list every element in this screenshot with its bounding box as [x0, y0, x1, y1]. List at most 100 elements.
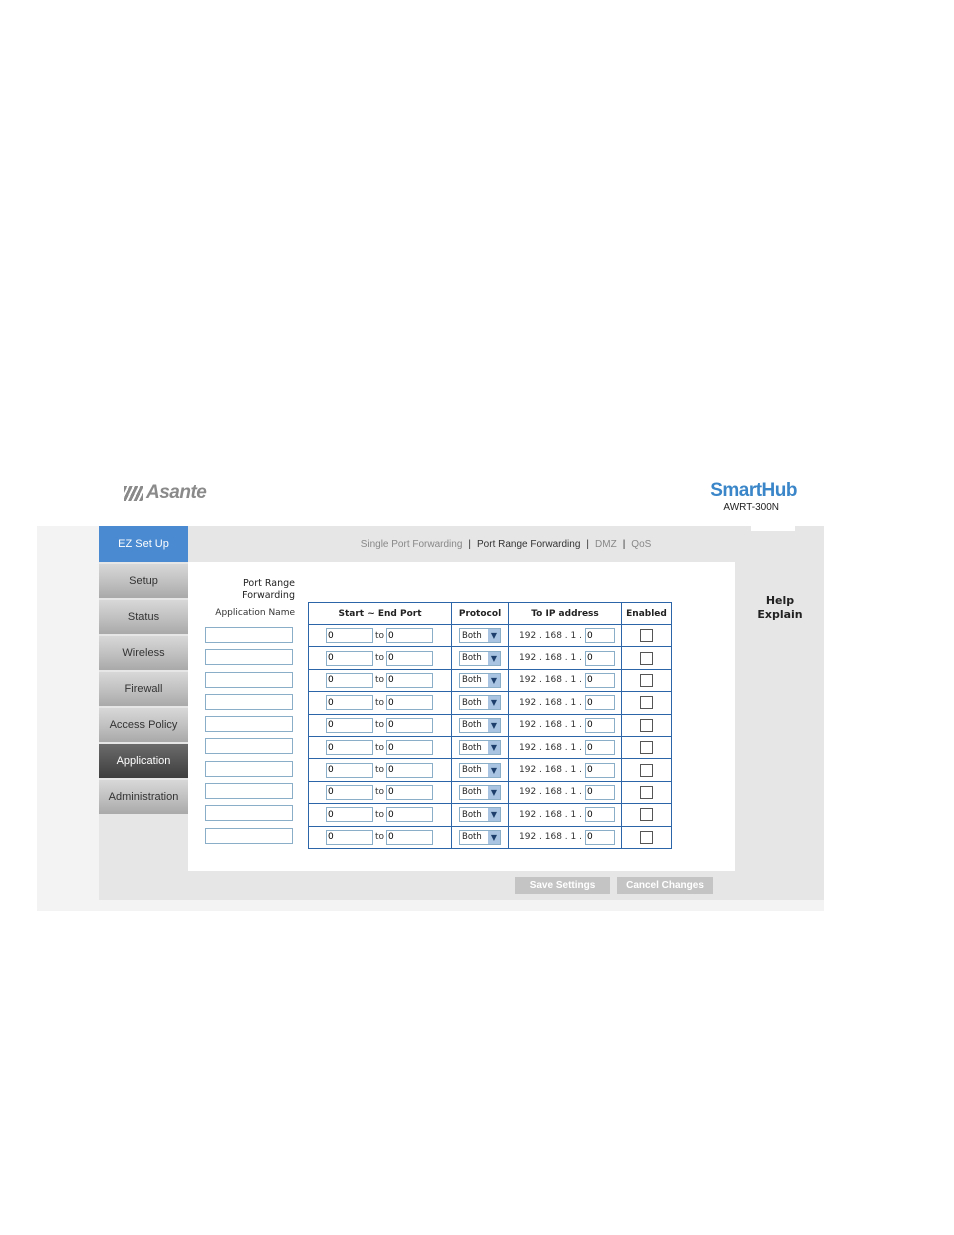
- sidebar-item-access-policy[interactable]: Access Policy: [99, 708, 188, 742]
- ip-last-octet-input[interactable]: [584, 672, 615, 688]
- application-name-input[interactable]: [205, 827, 293, 844]
- ip-last-octet-input[interactable]: [584, 829, 615, 845]
- protocol-select[interactable]: Both ▼: [459, 807, 501, 823]
- ip-cell: 192 . 168 . 1 .: [508, 691, 622, 715]
- sidebar-item-application[interactable]: Application: [99, 744, 188, 778]
- start-port-input[interactable]: [326, 740, 373, 756]
- table-row: to Both ▼ 192 . 168 . 1 .: [308, 780, 672, 805]
- end-port-input[interactable]: [386, 762, 434, 778]
- protocol-select[interactable]: Both ▼: [459, 650, 501, 666]
- tab-port-range-forwarding[interactable]: Port Range Forwarding: [477, 539, 580, 550]
- table-header-row: Start ~ End Port Protocol To IP address …: [308, 602, 672, 625]
- application-name-input[interactable]: [205, 738, 293, 755]
- help-link[interactable]: Help: [736, 594, 824, 608]
- end-port-input[interactable]: [386, 807, 434, 823]
- ip-last-octet-input[interactable]: [584, 740, 615, 756]
- tab-dmz[interactable]: DMZ: [595, 539, 617, 550]
- protocol-select[interactable]: Both ▼: [459, 717, 501, 733]
- application-name-input[interactable]: [205, 671, 293, 688]
- enabled-checkbox[interactable]: [640, 718, 653, 732]
- ip-last-octet-input[interactable]: [584, 650, 615, 666]
- application-name-input[interactable]: [205, 649, 293, 666]
- enabled-checkbox[interactable]: [640, 673, 653, 687]
- start-port-input[interactable]: [326, 672, 373, 688]
- ip-cell: 192 . 168 . 1 .: [508, 668, 622, 693]
- ip-last-octet-input[interactable]: [584, 628, 615, 644]
- protocol-value: Both: [462, 675, 482, 686]
- enabled-checkbox[interactable]: [640, 808, 653, 822]
- end-port-input[interactable]: [386, 628, 434, 644]
- to-label: to: [375, 742, 385, 753]
- end-port-input[interactable]: [386, 672, 434, 688]
- ip-cell: 192 . 168 . 1 .: [508, 825, 622, 849]
- ip-last-octet-input[interactable]: [584, 762, 615, 778]
- enabled-checkbox[interactable]: [640, 830, 653, 844]
- tab-single-port-forwarding[interactable]: Single Port Forwarding: [361, 539, 463, 550]
- ip-cell: 192 . 168 . 1 .: [508, 623, 622, 648]
- port-range-cell: to: [308, 758, 452, 782]
- explain-link[interactable]: Explain: [736, 608, 824, 622]
- chevron-down-icon: ▼: [488, 763, 500, 777]
- application-name-input[interactable]: [205, 693, 293, 710]
- tab-qos[interactable]: QoS: [631, 539, 651, 550]
- chevron-down-icon: ▼: [488, 673, 500, 687]
- enabled-checkbox[interactable]: [640, 785, 653, 799]
- ip-last-octet-input[interactable]: [584, 717, 615, 733]
- sidebar-item-ez-setup[interactable]: EZ Set Up: [99, 526, 188, 562]
- sidebar-item-wireless[interactable]: Wireless: [99, 636, 188, 670]
- cancel-changes-button[interactable]: Cancel Changes: [617, 877, 713, 894]
- protocol-cell: Both ▼: [451, 825, 509, 849]
- protocol-select[interactable]: Both ▼: [459, 740, 501, 756]
- ip-last-octet-input[interactable]: [584, 807, 615, 823]
- start-port-input[interactable]: [326, 717, 373, 733]
- protocol-value: Both: [462, 630, 482, 641]
- end-port-input[interactable]: [386, 717, 434, 733]
- port-range-cell: to: [308, 623, 452, 648]
- chevron-down-icon: ▼: [488, 808, 500, 822]
- protocol-column-header: Protocol: [451, 602, 509, 625]
- protocol-select[interactable]: Both ▼: [459, 762, 501, 778]
- application-name-input[interactable]: [205, 805, 293, 822]
- start-port-input[interactable]: [326, 829, 373, 845]
- chevron-down-icon: ▼: [488, 785, 500, 799]
- protocol-value: Both: [462, 742, 482, 753]
- protocol-select[interactable]: Both ▼: [459, 829, 501, 845]
- ip-last-octet-input[interactable]: [584, 784, 615, 800]
- enabled-checkbox[interactable]: [640, 763, 653, 777]
- end-port-input[interactable]: [386, 650, 434, 666]
- ip-cell: 192 . 168 . 1 .: [508, 758, 622, 782]
- start-port-input[interactable]: [326, 762, 373, 778]
- start-port-input[interactable]: [326, 807, 373, 823]
- enabled-checkbox[interactable]: [640, 741, 653, 755]
- ip-last-octet-input[interactable]: [584, 695, 615, 711]
- help-panel: Help Explain: [736, 594, 824, 622]
- sidebar-item-firewall[interactable]: Firewall: [99, 672, 188, 706]
- product-name: SmartHub: [710, 480, 797, 501]
- sidebar-item-administration[interactable]: Administration: [99, 780, 188, 814]
- enabled-checkbox[interactable]: [640, 696, 653, 710]
- end-port-input[interactable]: [386, 695, 434, 711]
- application-name-input[interactable]: [205, 783, 293, 800]
- application-name-input[interactable]: [205, 627, 293, 643]
- start-port-input[interactable]: [326, 650, 373, 666]
- start-port-input[interactable]: [326, 628, 373, 644]
- application-name-input[interactable]: [205, 716, 293, 733]
- protocol-select[interactable]: Both ▼: [459, 628, 501, 644]
- enabled-checkbox[interactable]: [640, 651, 653, 665]
- end-port-input[interactable]: [386, 829, 434, 845]
- end-port-input[interactable]: [386, 740, 434, 756]
- end-port-input[interactable]: [386, 784, 434, 800]
- port-range-cell: to: [308, 668, 452, 693]
- application-name-input[interactable]: [205, 760, 293, 777]
- start-port-input[interactable]: [326, 784, 373, 800]
- enabled-cell: [621, 646, 672, 670]
- save-settings-button[interactable]: Save Settings: [515, 877, 610, 894]
- protocol-select[interactable]: Both ▼: [459, 672, 501, 688]
- protocol-select[interactable]: Both ▼: [459, 784, 501, 800]
- sidebar-item-setup[interactable]: Setup: [99, 564, 188, 598]
- protocol-select[interactable]: Both ▼: [459, 695, 501, 711]
- vendor-name: Asante: [146, 482, 207, 503]
- start-port-input[interactable]: [326, 695, 373, 711]
- sidebar-item-status[interactable]: Status: [99, 600, 188, 634]
- enabled-checkbox[interactable]: [640, 629, 653, 643]
